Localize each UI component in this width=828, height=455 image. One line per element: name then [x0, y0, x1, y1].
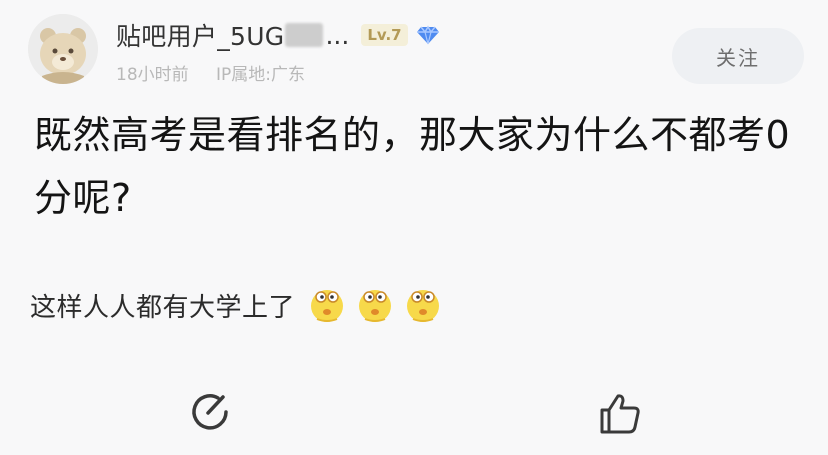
- username-row[interactable]: 贴吧用户_5UG ... Lv.7: [116, 18, 440, 52]
- avatar[interactable]: [28, 14, 98, 84]
- post-body-row: 这样人人都有大学上了: [30, 282, 451, 328]
- post-body: 这样人人都有大学上了: [30, 292, 296, 323]
- like-button[interactable]: [590, 390, 650, 450]
- post-title: 既然高考是看排名的，那大家为什么不都考0分呢?: [34, 113, 791, 220]
- username-mask: [285, 23, 324, 47]
- comment-button[interactable]: [180, 390, 240, 450]
- emoji-icon: [307, 285, 347, 325]
- comment-icon: [188, 390, 232, 450]
- avatar-image: [28, 14, 98, 84]
- post-time: 18小时前: [116, 65, 189, 85]
- emoji-icon: [403, 285, 443, 325]
- post-card: 贴吧用户_5UG ... Lv.7 18小时前 IP属地:广东 关注 既然高考是…: [0, 0, 828, 455]
- post-meta: 18小时前 IP属地:广东: [116, 60, 305, 85]
- emoji-icon: [355, 285, 395, 325]
- ip-location: IP属地:广东: [216, 65, 306, 85]
- emoji-row: [307, 285, 451, 325]
- diamond-icon: [416, 23, 440, 47]
- username-ellipsis: ...: [325, 20, 350, 50]
- follow-button[interactable]: 关注: [672, 28, 804, 84]
- level-badge: Lv.7: [361, 24, 408, 46]
- username[interactable]: 贴吧用户_5UG: [116, 17, 284, 53]
- thumbs-up-icon: [596, 390, 644, 450]
